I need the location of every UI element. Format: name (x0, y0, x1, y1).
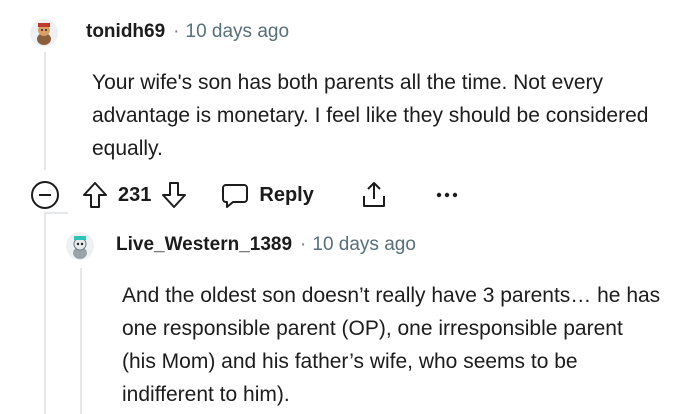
reply-label: Reply (259, 183, 314, 206)
collapse-button[interactable] (30, 180, 60, 210)
thread-line (44, 52, 46, 170)
upvote-button[interactable] (82, 181, 108, 209)
comment-meta: Live_Western_1389 · 10 days ago (116, 234, 416, 256)
separator-dot: · (173, 21, 180, 42)
comment-bubble-icon (222, 184, 249, 208)
comment-actions: 231 Reply (30, 178, 458, 212)
username[interactable]: Live_Western_1389 (116, 234, 292, 255)
reply-button[interactable]: Reply (221, 181, 314, 209)
avatar[interactable] (66, 232, 94, 260)
vote-score: 231 (118, 183, 152, 206)
more-options-button[interactable] (436, 191, 458, 199)
share-icon (362, 182, 385, 207)
timestamp[interactable]: 10 days ago (312, 234, 416, 255)
thread-connector (44, 212, 68, 214)
separator-dot: · (300, 234, 307, 255)
snoo-avatar-icon (66, 232, 94, 260)
timestamp[interactable]: 10 days ago (186, 21, 290, 42)
avatar[interactable] (30, 19, 58, 47)
downvote-arrow-icon (162, 182, 187, 208)
upvote-arrow-icon (83, 182, 107, 208)
nested-thread-line (80, 268, 82, 414)
ellipsis-icon (436, 192, 458, 198)
collapse-icon (31, 181, 59, 209)
username[interactable]: tonidh69 (86, 21, 165, 42)
comment-meta: tonidh69 · 10 days ago (86, 21, 289, 43)
comment-body: Your wife's son has both parents all the… (92, 71, 649, 160)
snoo-avatar-icon (30, 19, 58, 47)
downvote-button[interactable] (161, 181, 187, 209)
comment-body: And the oldest son doesn’t really have 3… (122, 284, 661, 406)
thread-line (44, 214, 46, 414)
share-button[interactable] (360, 180, 388, 210)
